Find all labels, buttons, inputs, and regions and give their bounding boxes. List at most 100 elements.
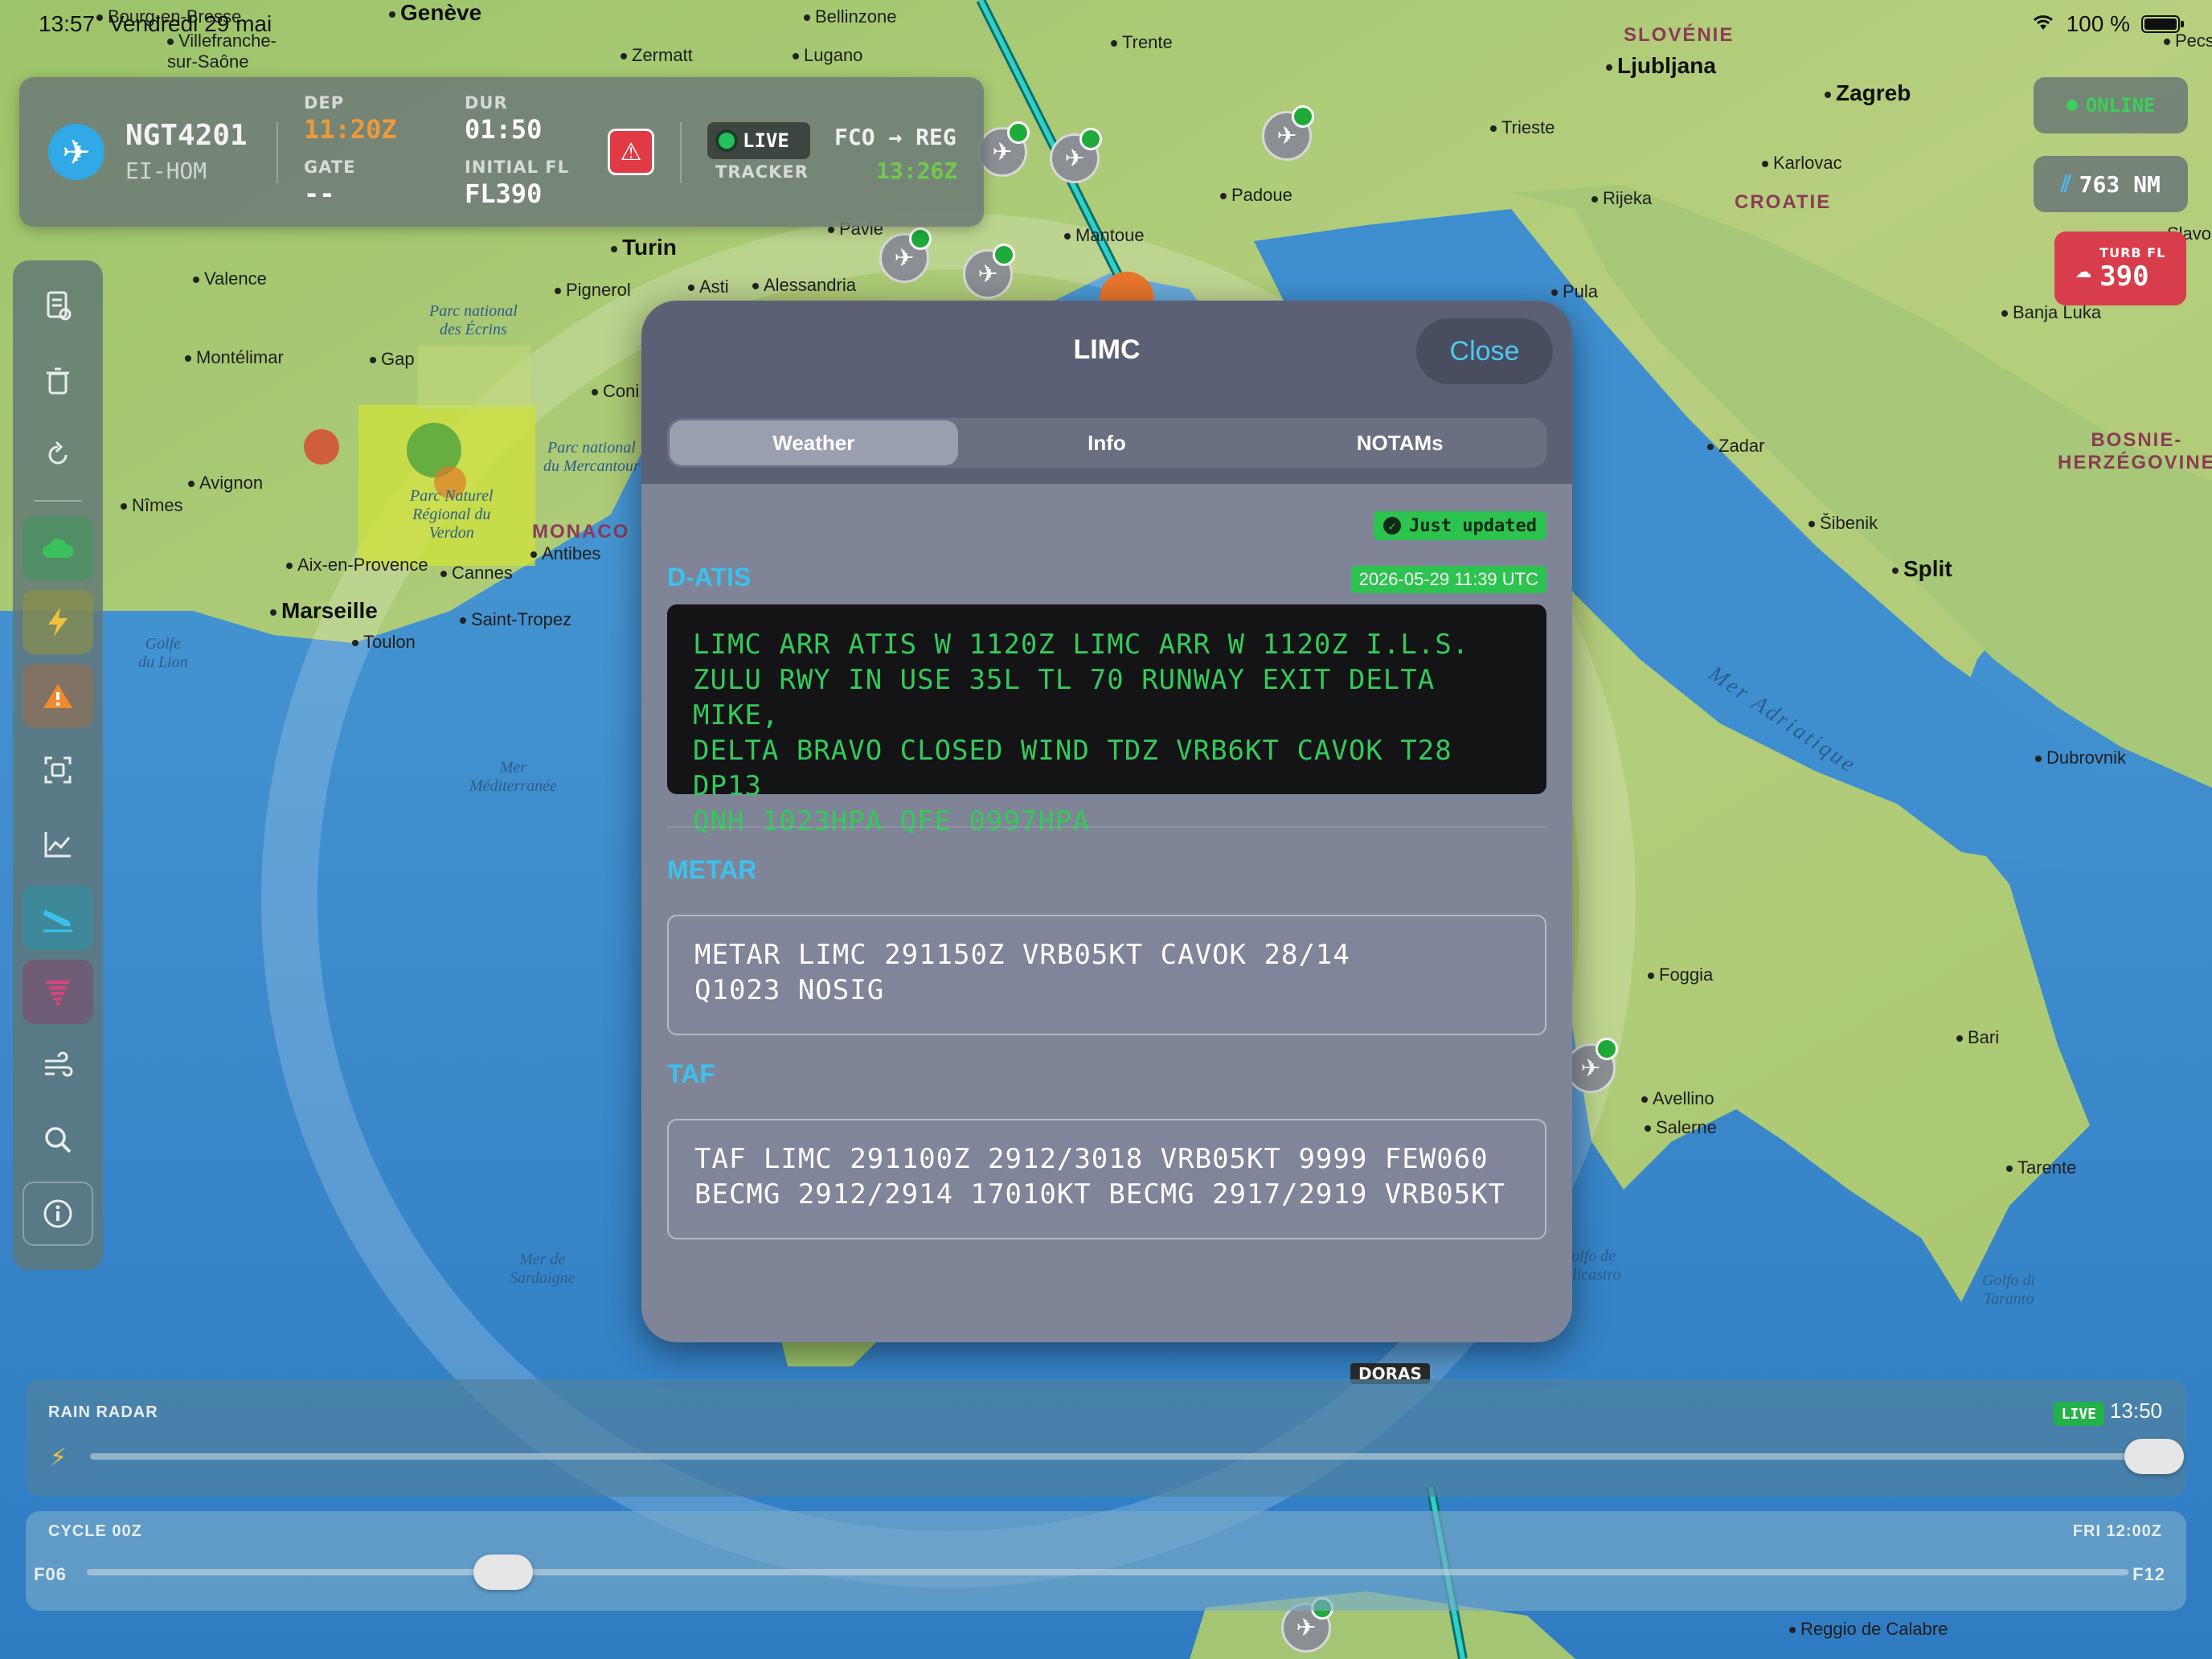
tab-weather[interactable]: Weather — [670, 420, 958, 465]
info-button[interactable] — [23, 1182, 93, 1246]
map-city-label: Marseille — [270, 598, 378, 624]
atis-text-box: LIMC ARR ATIS W 1120Z LIMC ARR W 1120Z I… — [667, 604, 1546, 838]
tornado-layer-button[interactable] — [23, 960, 93, 1024]
checkmark-icon: ✓ — [1383, 517, 1402, 535]
map-city-label: Montélimar — [185, 347, 284, 368]
flight-callsign: NGT4201 — [125, 119, 248, 152]
status-bar: 13:57 Vendredi 29 mai 100 % — [39, 11, 2184, 43]
tab-notams[interactable]: NOTAMs — [1256, 420, 1544, 465]
notes-icon — [47, 291, 72, 321]
map-city-label: Lugano — [793, 45, 862, 66]
map-sea-label: Golfo di Taranto — [1982, 1272, 2036, 1308]
just-updated-label: Just updated — [1409, 515, 1537, 536]
online-label: ONLINE — [2085, 94, 2156, 117]
map-city-label: Turin — [611, 235, 677, 260]
wind-icon — [45, 1051, 73, 1077]
wind-layer-button[interactable] — [23, 1034, 93, 1098]
cycle-slider-knob[interactable] — [473, 1555, 534, 1590]
flight-info-card[interactable]: ✈ NGT4201 EI-HOM DEP 11:20Z GATE -- DUR … — [19, 77, 984, 227]
lightning-layer-button[interactable] — [23, 590, 93, 654]
map-city-label: Aix-en-Provence — [286, 555, 428, 576]
map-sea-label: Parc national des Écrins — [429, 302, 518, 338]
aircraft-marker[interactable]: ✈ — [1050, 128, 1102, 183]
dur-value: 01:50 — [465, 114, 543, 145]
map-city-label: Coni — [592, 381, 639, 402]
rain-radar-slider-knob[interactable] — [2124, 1439, 2184, 1474]
search-button[interactable] — [23, 1108, 93, 1172]
map-sea-label: Parc national du Mercantour — [543, 439, 640, 475]
modal-tabs: Weather Info NOTAMs — [667, 418, 1546, 468]
map-city-label: Asti — [688, 276, 729, 297]
close-button[interactable]: Close — [1416, 318, 1553, 384]
aircraft-marker[interactable]: ✈ — [879, 227, 932, 283]
tab-info[interactable]: Info — [963, 420, 1251, 465]
tornado-icon — [47, 981, 69, 1006]
landing-icon — [43, 910, 72, 932]
map-city-label: Gap — [370, 349, 415, 370]
map-sea-label: Parc Naturel Régional du Verdon — [410, 487, 494, 542]
aircraft-marker[interactable]: ✈ — [963, 244, 1015, 299]
map-city-label: Avignon — [188, 473, 263, 494]
aircraft-marker[interactable]: ✈ — [1566, 1038, 1618, 1093]
map-country-label: CROATIE — [1735, 191, 1832, 213]
live-label: LIVE — [743, 129, 789, 152]
notes-button[interactable] — [23, 273, 93, 338]
scan-button[interactable] — [23, 738, 93, 802]
metar-line: METAR LIMC 291150Z VRB05KT CAVOK 28/14 — [694, 939, 1350, 971]
aircraft-marker[interactable]: ✈ — [1262, 105, 1314, 161]
map-country-label: BOSNIE- HERZÉGOVINE — [2058, 429, 2212, 473]
map-city-label: Tarente — [2006, 1157, 2076, 1178]
map-city-label: Šibenik — [1809, 513, 1878, 534]
map-sea-label: Mer Méditerranée — [469, 759, 557, 795]
map-city-label: Bari — [1956, 1027, 1999, 1048]
cycle-label: CYCLE 00Z — [48, 1522, 142, 1540]
turbulence-cloud-icon: ☁ — [2075, 252, 2092, 285]
left-toolbar — [13, 260, 103, 1270]
map-city-label: Rijeka — [1591, 188, 1652, 209]
chart-button[interactable] — [23, 812, 93, 876]
delete-button[interactable] — [23, 349, 93, 413]
eta-value: 13:26Z — [876, 158, 958, 184]
map-city-label: Zadar — [1707, 436, 1764, 457]
cycle-track[interactable] — [87, 1569, 2128, 1575]
atis-line: LIMC ARR ATIS W 1120Z LIMC ARR W 1120Z I… — [693, 629, 1470, 661]
atis-line: QNH 1023HPA QFE 0997HPA — [693, 805, 1090, 838]
refresh-button[interactable] — [23, 423, 93, 487]
warning-alert-button[interactable]: ⚠ — [608, 129, 654, 175]
rain-radar-time: 13:50 — [2109, 1399, 2162, 1423]
rain-radar-panel: RAIN RADAR LIVE 13:50 ⚡ — [26, 1379, 2186, 1497]
turb-value: 390 — [2099, 260, 2149, 293]
initial-fl-label: INITIAL FL — [465, 158, 570, 177]
cycle-valid-time: FRI 12:00Z — [2072, 1522, 2162, 1540]
map-city-label: Pula — [1551, 281, 1598, 302]
distance-badge[interactable]: ⫽ 763 NM — [2034, 156, 2188, 212]
landing-button[interactable] — [23, 886, 93, 950]
distance-value: 763 NM — [2079, 170, 2161, 198]
map-city-label: Padoue — [1220, 185, 1292, 206]
airport-weather-modal: LIMC Close Weather Info NOTAMs ✓ Just up… — [641, 301, 1572, 1342]
live-tracker-toggle[interactable]: LIVE — [707, 122, 810, 159]
battery-icon — [2141, 15, 2184, 33]
rain-radar-live-badge: LIVE — [2053, 1402, 2104, 1426]
taf-text-box: TAF LIMC 291100Z 2912/3018 VRB05KT 9999 … — [667, 1119, 1546, 1239]
trash-icon — [47, 367, 69, 395]
route-label: FCO → REG — [834, 124, 956, 150]
cloud-layer-button[interactable] — [23, 516, 93, 580]
map-city-label: Foggia — [1648, 965, 1713, 985]
lightning-icon — [48, 608, 68, 637]
airline-plane-icon: ✈ — [48, 124, 104, 180]
map-city-label: Karlovac — [1762, 153, 1842, 174]
rain-radar-track[interactable] — [90, 1453, 2154, 1460]
status-time: 13:57 — [39, 11, 96, 36]
map-city-label: Avellino — [1641, 1088, 1714, 1109]
aircraft-marker[interactable]: ✈ — [977, 121, 1030, 177]
toolbar-separator — [34, 500, 82, 502]
turbulence-fl-badge[interactable]: ☁ TURB FL 390 — [2054, 231, 2186, 305]
warning-layer-button[interactable] — [23, 664, 93, 728]
online-status-badge[interactable]: ONLINE — [2034, 77, 2188, 133]
map-country-label: MONACO — [532, 521, 630, 543]
lightning-icon: ⚡ — [50, 1444, 68, 1472]
section-divider — [667, 826, 1546, 828]
taf-section-title: TAF — [667, 1059, 715, 1088]
aircraft-registration: EI-HOM — [125, 158, 207, 184]
